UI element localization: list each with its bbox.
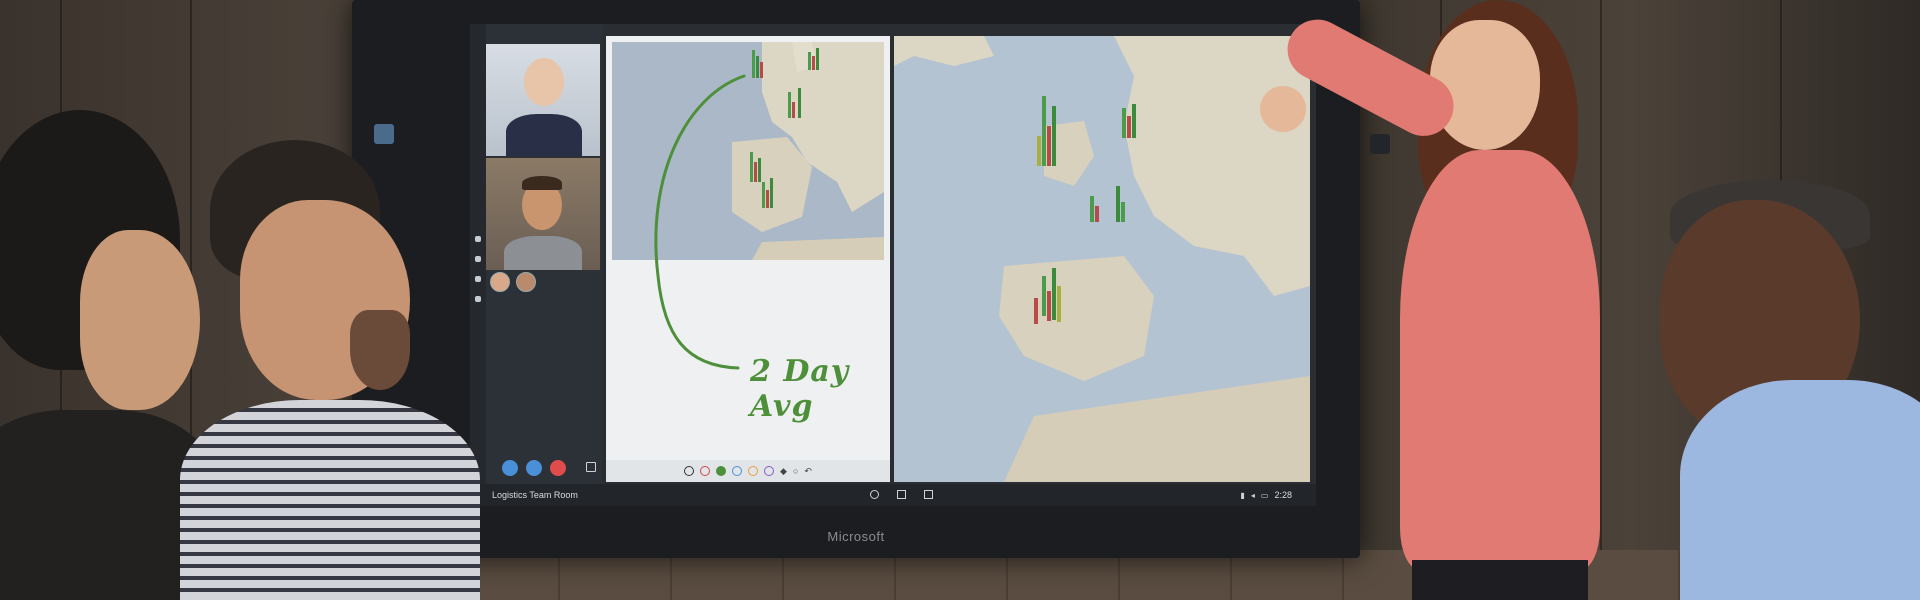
end-call-button[interactable]: [550, 460, 566, 476]
info-button[interactable]: [526, 460, 542, 476]
back-icon[interactable]: [870, 490, 879, 499]
ink-toolbar: ◆ ○ ↶: [606, 460, 890, 482]
participant-hair: [522, 176, 562, 190]
pen-blue-icon[interactable]: [732, 466, 743, 476]
whiteboard-panel[interactable]: 2 Day Avg ◆ ○ ↶: [606, 36, 890, 482]
avatar[interactable]: [516, 272, 536, 292]
map-land-svg: [732, 42, 884, 260]
land-iceland: [894, 36, 994, 66]
pen-green-icon[interactable]: [716, 466, 727, 476]
participant-shoulders: [506, 114, 582, 156]
video-toggle-button[interactable]: [502, 460, 518, 476]
pen-red-icon[interactable]: [700, 466, 711, 476]
hub-taskbar: Logistics Team Room ▮ ◂ ▭ 2:28: [470, 484, 1316, 506]
pen-black-icon[interactable]: [684, 466, 695, 476]
lasso-icon[interactable]: ○: [793, 466, 798, 476]
person-presenter: [1250, 0, 1650, 600]
expand-icon[interactable]: [586, 462, 596, 472]
land-iberia: [999, 256, 1154, 381]
pasted-map-snapshot: [612, 42, 884, 260]
pen-orange-icon[interactable]: [748, 466, 759, 476]
video-tile-participant-2[interactable]: [486, 158, 600, 270]
land-africa: [752, 237, 884, 260]
map-app-panel[interactable]: ▢ ⤢: [894, 36, 1310, 482]
start-icon[interactable]: [897, 490, 906, 499]
ink-annotation: 2 Day Avg: [750, 354, 850, 424]
brand-logo: Microsoft: [827, 529, 885, 544]
undo-icon[interactable]: ↶: [804, 466, 812, 477]
eraser-icon[interactable]: ◆: [780, 466, 787, 477]
person-foreground-right: [1620, 180, 1920, 600]
network-icon[interactable]: ▮: [1240, 491, 1244, 500]
map-land-svg: [894, 36, 1310, 482]
land-britain: [1044, 121, 1094, 186]
participant-face: [524, 58, 564, 106]
person-plaid-shirt: [180, 140, 500, 600]
participant-shoulders: [504, 236, 582, 270]
room-name-label: Logistics Team Room: [492, 490, 578, 500]
conference-room-scene: Microsoft 2 Day Avg ◆ ○ ↶ Logistics Team…: [0, 0, 1920, 600]
task-view-icon[interactable]: [924, 490, 933, 499]
hub-screen: 2 Day Avg ◆ ○ ↶ Logistics Team Room ▮ ◂ …: [470, 24, 1316, 506]
taskbar-center-icons: [870, 490, 933, 499]
pen-purple-icon[interactable]: [764, 466, 775, 476]
video-tile-participant-1[interactable]: [486, 44, 600, 156]
